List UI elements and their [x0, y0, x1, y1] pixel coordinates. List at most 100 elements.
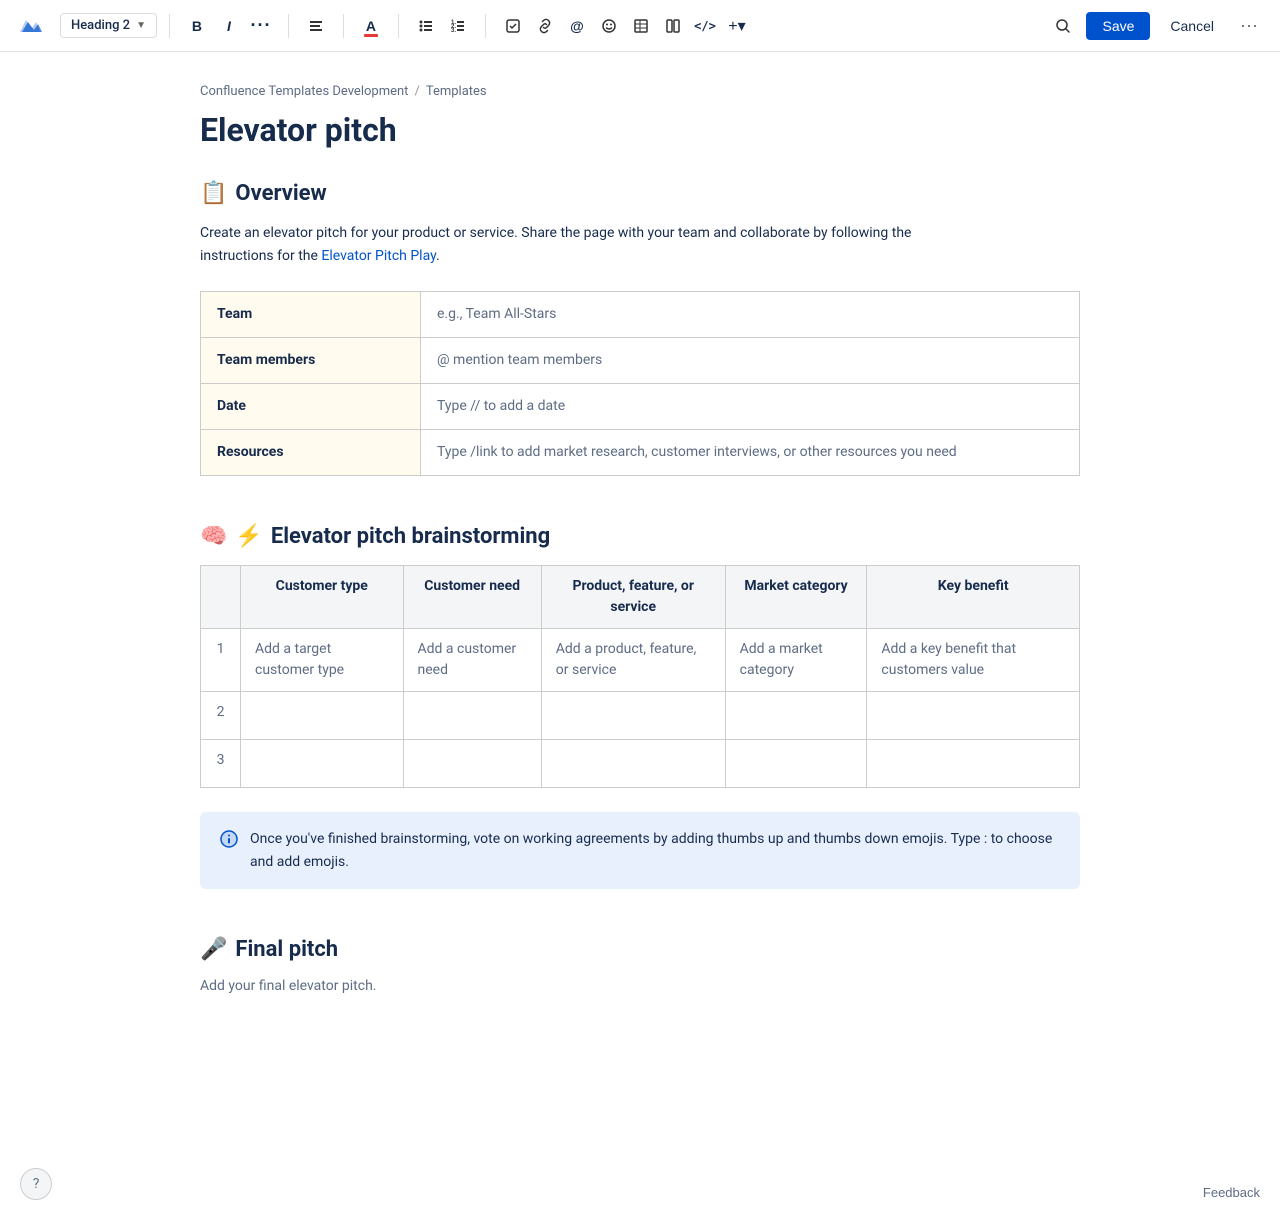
- link-button[interactable]: [530, 11, 560, 41]
- app-logo: [16, 12, 44, 40]
- final-pitch-placeholder[interactable]: Add your final elevator pitch.: [200, 978, 1080, 994]
- col-header-market-category: Market category: [725, 566, 867, 629]
- content-area: Confluence Templates Development / Templ…: [160, 52, 1120, 1074]
- save-button[interactable]: Save: [1086, 12, 1150, 40]
- brainstorming-heading: 🧠 ⚡ Elevator pitch brainstorming: [200, 524, 1080, 549]
- bold-button[interactable]: B: [182, 11, 212, 41]
- table-row: 3: [201, 740, 1080, 788]
- table-row: 1 Add a target customer type Add a custo…: [201, 629, 1080, 692]
- col-header-num: [201, 566, 241, 629]
- bullet-list-button[interactable]: [411, 11, 441, 41]
- col-header-key-benefit: Key benefit: [867, 566, 1080, 629]
- row1-product[interactable]: Add a product, feature, or service: [541, 629, 725, 692]
- text-format-group: B I ···: [182, 11, 276, 41]
- alignment-button[interactable]: [301, 11, 331, 41]
- resources-value[interactable]: Type /link to add market research, custo…: [421, 430, 1080, 476]
- heading-style-dropdown[interactable]: Heading 2 ▼: [60, 13, 157, 38]
- mention-button[interactable]: @: [562, 11, 592, 41]
- brainstorm-emoji-1: 🧠: [200, 524, 227, 549]
- breadcrumb-parent-link[interactable]: Confluence Templates Development: [200, 84, 408, 99]
- italic-button[interactable]: I: [214, 11, 244, 41]
- toolbar-divider-4: [398, 14, 399, 38]
- toolbar: Heading 2 ▼ B I ··· A 1.2.3.: [0, 0, 1280, 52]
- row-num-3: 3: [201, 740, 241, 788]
- row2-key-benefit[interactable]: [867, 692, 1080, 740]
- date-value[interactable]: Type // to add a date: [421, 384, 1080, 430]
- row3-customer-need[interactable]: [403, 740, 541, 788]
- numbered-list-button[interactable]: 1.2.3.: [443, 11, 473, 41]
- toolbar-divider-1: [169, 14, 170, 38]
- more-format-button[interactable]: ···: [246, 11, 276, 41]
- brainstorming-section: 🧠 ⚡ Elevator pitch brainstorming Custome…: [200, 524, 1080, 889]
- row3-product[interactable]: [541, 740, 725, 788]
- row1-market-category[interactable]: Add a market category: [725, 629, 867, 692]
- final-pitch-heading-label: Final pitch: [235, 937, 338, 962]
- row1-customer-type[interactable]: Add a target customer type: [241, 629, 404, 692]
- col-header-customer-type: Customer type: [241, 566, 404, 629]
- table-button[interactable]: [626, 11, 656, 41]
- row2-product[interactable]: [541, 692, 725, 740]
- columns-button[interactable]: [658, 11, 688, 41]
- list-group: 1.2.3.: [411, 11, 473, 41]
- toolbar-divider-3: [343, 14, 344, 38]
- brainstorming-table: Customer type Customer need Product, fea…: [200, 565, 1080, 788]
- text-color-button[interactable]: A: [356, 11, 386, 41]
- breadcrumb-current: Templates: [426, 84, 487, 99]
- breadcrumb-separator: /: [414, 84, 419, 99]
- final-pitch-emoji: 🎤: [200, 937, 227, 962]
- insert-group: @ </> +▾: [498, 11, 752, 41]
- row3-customer-type[interactable]: [241, 740, 404, 788]
- row2-customer-need[interactable]: [403, 692, 541, 740]
- overview-heading: 📋 Overview: [200, 181, 1080, 206]
- overview-table: Team e.g., Team All-Stars Team members @…: [200, 291, 1080, 476]
- overview-text-part2: .: [436, 248, 440, 264]
- row2-market-category[interactable]: [725, 692, 867, 740]
- elevator-pitch-play-link[interactable]: Elevator Pitch Play: [321, 248, 436, 264]
- row1-key-benefit[interactable]: Add a key benefit that customers value: [867, 629, 1080, 692]
- col-header-customer-need: Customer need: [403, 566, 541, 629]
- date-label: Date: [201, 384, 421, 430]
- info-box: Once you've finished brainstorming, vote…: [200, 812, 1080, 889]
- row3-market-category[interactable]: [725, 740, 867, 788]
- brainstorm-emoji-2: ⚡: [235, 524, 262, 549]
- more-options-button[interactable]: ···: [1234, 11, 1264, 41]
- final-pitch-heading: 🎤 Final pitch: [200, 937, 1080, 962]
- overview-emoji: 📋: [200, 181, 227, 206]
- team-label: Team: [201, 292, 421, 338]
- info-icon: [220, 830, 238, 852]
- table-header-row: Customer type Customer need Product, fea…: [201, 566, 1080, 629]
- search-button[interactable]: [1048, 11, 1078, 41]
- feedback-button[interactable]: Feedback: [1203, 1185, 1260, 1200]
- resources-label: Resources: [201, 430, 421, 476]
- row2-customer-type[interactable]: [241, 692, 404, 740]
- insert-plus-button[interactable]: +▾: [722, 11, 752, 41]
- task-button[interactable]: [498, 11, 528, 41]
- overview-description: Create an elevator pitch for your produc…: [200, 222, 920, 267]
- col-header-product: Product, feature, or service: [541, 566, 725, 629]
- toolbar-divider-2: [288, 14, 289, 38]
- row1-customer-need[interactable]: Add a customer need: [403, 629, 541, 692]
- info-box-text: Once you've finished brainstorming, vote…: [250, 828, 1060, 873]
- chevron-down-icon: ▼: [136, 20, 146, 31]
- help-button[interactable]: ?: [20, 1168, 52, 1200]
- heading-style-label: Heading 2: [71, 18, 130, 33]
- toolbar-divider-5: [485, 14, 486, 38]
- row-num-1: 1: [201, 629, 241, 692]
- team-members-label: Team members: [201, 338, 421, 384]
- code-button[interactable]: </>: [690, 11, 720, 41]
- team-members-value[interactable]: @ mention team members: [421, 338, 1080, 384]
- table-row: Date Type // to add a date: [201, 384, 1080, 430]
- row3-key-benefit[interactable]: [867, 740, 1080, 788]
- page-title[interactable]: Elevator pitch: [200, 111, 1080, 149]
- table-row: Team e.g., Team All-Stars: [201, 292, 1080, 338]
- final-pitch-section: 🎤 Final pitch Add your final elevator pi…: [200, 937, 1080, 994]
- emoji-button[interactable]: [594, 11, 624, 41]
- cancel-button[interactable]: Cancel: [1158, 12, 1226, 40]
- brainstorming-heading-label: Elevator pitch brainstorming: [271, 524, 550, 549]
- table-row: Resources Type /link to add market resea…: [201, 430, 1080, 476]
- svg-text:3.: 3.: [451, 28, 456, 34]
- table-row: Team members @ mention team members: [201, 338, 1080, 384]
- table-row: 2: [201, 692, 1080, 740]
- team-value[interactable]: e.g., Team All-Stars: [421, 292, 1080, 338]
- row-num-2: 2: [201, 692, 241, 740]
